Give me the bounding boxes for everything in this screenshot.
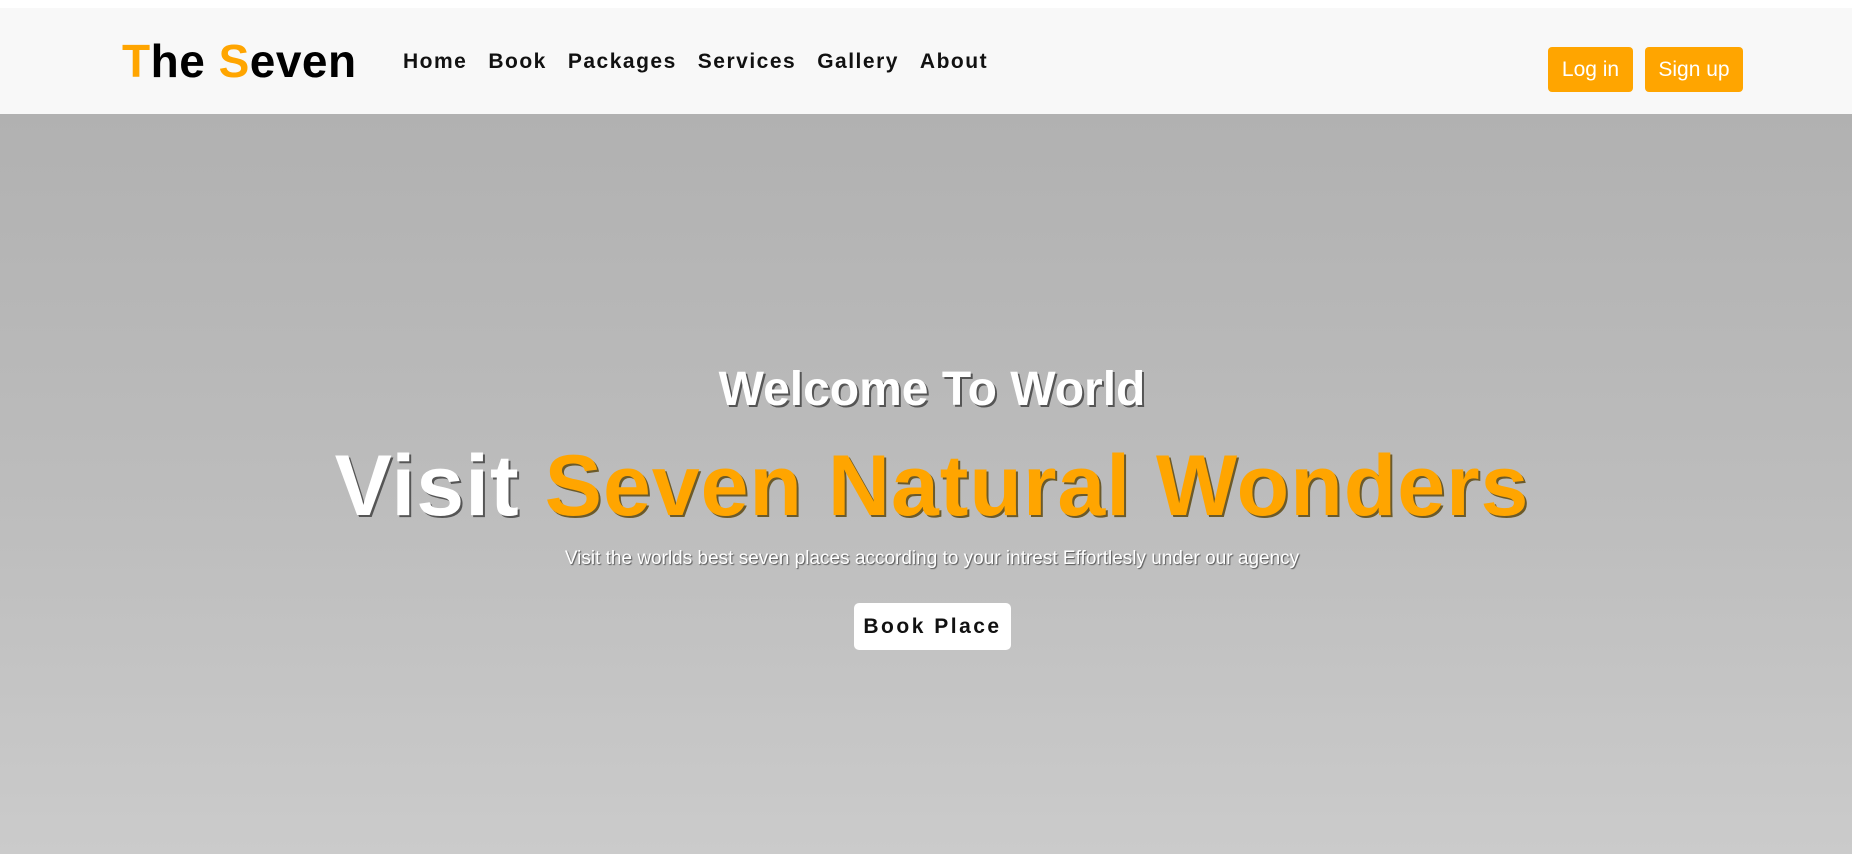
book-place-button[interactable]: Book Place bbox=[854, 603, 1011, 650]
nav-home[interactable]: Home bbox=[403, 49, 467, 75]
nav-services[interactable]: Services bbox=[698, 49, 796, 75]
logo-initial-t: T bbox=[122, 35, 151, 87]
nav-about[interactable]: About bbox=[920, 49, 988, 75]
hero-section: Welcome To World Visit Seven Natural Won… bbox=[0, 114, 1852, 854]
logo-initial-s: S bbox=[218, 35, 250, 87]
hero-welcome-heading: Welcome To World bbox=[718, 363, 1146, 416]
signup-button[interactable]: Sign up bbox=[1645, 47, 1743, 92]
logo-text-he: he bbox=[150, 35, 206, 87]
hero-title-highlight: Seven Natural Wonders bbox=[544, 438, 1530, 534]
hero-title: Visit Seven Natural Wonders bbox=[0, 436, 1852, 536]
nav-links: Home Book Packages Services Gallery Abou… bbox=[403, 49, 1009, 75]
hero-subtitle: Visit the worlds best seven places accor… bbox=[564, 548, 1300, 569]
nav-gallery[interactable]: Gallery bbox=[817, 49, 899, 75]
nav-book[interactable]: Book bbox=[488, 49, 547, 75]
navbar: The Seven Home Book Packages Services Ga… bbox=[0, 8, 1852, 114]
nav-packages[interactable]: Packages bbox=[568, 49, 677, 75]
logo[interactable]: The Seven bbox=[122, 33, 357, 89]
login-button[interactable]: Log in bbox=[1548, 47, 1633, 92]
logo-text-even: even bbox=[249, 35, 357, 87]
top-strip bbox=[0, 0, 1852, 8]
hero-title-plain: Visit bbox=[334, 438, 520, 534]
